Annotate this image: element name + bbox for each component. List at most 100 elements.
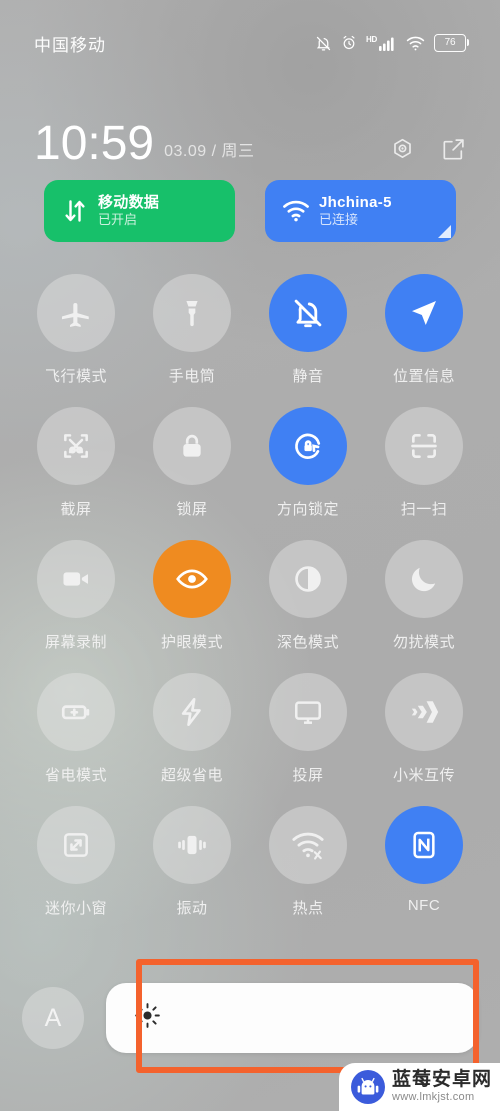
toggle-label: 省电模式: [44, 767, 107, 784]
sun-icon: [134, 1002, 161, 1034]
system-icons: HD 76: [315, 34, 470, 52]
brightness-slider[interactable]: [106, 983, 478, 1053]
watermark-title: 蓝莓安卓网: [391, 1069, 492, 1091]
connectivity-cards: 移动数据 已开启 Jhchina-5 已连接: [44, 180, 456, 242]
lightning-icon: [176, 696, 208, 728]
signal-bars-icon: HD: [366, 34, 397, 51]
toggle-label: 超级省电: [160, 767, 223, 784]
android-robot-icon: [350, 1070, 385, 1104]
toggle-circle: [37, 540, 115, 618]
toggle-label: NFC: [407, 897, 441, 914]
toggle-grid: 飞行模式 手电筒 静音 位置信息 截屏 锁屏 方向锁定 扫一扫 屏幕录制 护眼模…: [18, 274, 482, 918]
toggle-label: 小米互传: [392, 767, 455, 784]
lock-icon: [176, 430, 208, 462]
toggle-silent[interactable]: 静音: [250, 274, 366, 386]
toggle-label: 锁屏: [176, 501, 208, 518]
toggle-circle: [385, 274, 463, 352]
toggle-circle: [153, 274, 231, 352]
toggle-label: 热点: [292, 900, 324, 917]
wifi-icon: [406, 36, 425, 51]
toggle-label: 屏幕录制: [44, 634, 107, 651]
mobile-data-title: 移动数据: [98, 193, 160, 211]
expand-corner-icon[interactable]: [438, 225, 451, 238]
gear-icon[interactable]: [390, 137, 415, 162]
mobile-data-icon: [58, 198, 92, 224]
battery-icon: 76: [434, 34, 470, 52]
toggle-circle: [269, 540, 347, 618]
wifi-status: 已连接: [319, 212, 359, 228]
eye-icon: [174, 561, 210, 597]
toggle-label: 深色模式: [276, 634, 339, 651]
toggle-label: 振动: [176, 900, 208, 917]
mi-share-icon: [407, 695, 441, 729]
cast-screen-icon: [292, 696, 324, 728]
toggle-circle: [385, 540, 463, 618]
toggle-screenshot[interactable]: 截屏: [18, 407, 134, 519]
wifi-ssid: Jhchina-5: [319, 193, 392, 211]
toggle-label: 飞行模式: [44, 368, 107, 385]
mobile-data-card[interactable]: 移动数据 已开启: [44, 180, 235, 242]
toggle-ultra-battery-saver[interactable]: 超级省电: [134, 673, 250, 785]
battery-level-label: 76: [444, 37, 456, 48]
watermark-url: www.lmkjst.com: [391, 1091, 475, 1104]
video-camera-icon: [60, 563, 92, 595]
toggle-circle: [153, 540, 231, 618]
toggle-rotation-lock[interactable]: 方向锁定: [250, 407, 366, 519]
contrast-icon: [292, 563, 324, 595]
toggle-screen-record[interactable]: 屏幕录制: [18, 540, 134, 652]
flashlight-icon: [176, 297, 208, 329]
toggle-airplane-mode[interactable]: 飞行模式: [18, 274, 134, 386]
toggle-hotspot[interactable]: 热点: [250, 806, 366, 918]
toggle-circle: [37, 806, 115, 884]
toggle-eye-care[interactable]: 护眼模式: [134, 540, 250, 652]
hd-label: HD: [366, 34, 377, 44]
toggle-flashlight[interactable]: 手电筒: [134, 274, 250, 386]
mini-window-icon: [60, 829, 92, 861]
toggle-circle: [385, 407, 463, 485]
toggle-lock-screen[interactable]: 锁屏: [134, 407, 250, 519]
toggle-mi-share[interactable]: 小米互传: [366, 673, 482, 785]
toggle-dark-mode[interactable]: 深色模式: [250, 540, 366, 652]
toggle-vibrate[interactable]: 振动: [134, 806, 250, 918]
vibrate-icon: [175, 828, 209, 862]
auto-brightness-button[interactable]: A: [22, 987, 84, 1049]
brightness-row: A: [22, 980, 478, 1056]
toggle-cast-screen[interactable]: 投屏: [250, 673, 366, 785]
toggle-nfc[interactable]: NFC: [366, 806, 482, 918]
toggle-battery-saver[interactable]: 省电模式: [18, 673, 134, 785]
toggle-circle: [385, 806, 463, 884]
carrier-label: 中国移动: [34, 35, 106, 55]
toggle-location[interactable]: 位置信息: [366, 274, 482, 386]
scan-icon: [408, 430, 440, 462]
hotspot-icon: [291, 830, 325, 860]
bell-slash-icon: [291, 296, 325, 330]
toggle-circle: [269, 806, 347, 884]
header-actions: [390, 137, 466, 162]
toggle-label: 静音: [292, 368, 324, 385]
location-arrow-icon: [408, 297, 440, 329]
toggle-scan[interactable]: 扫一扫: [366, 407, 482, 519]
toggle-label: 手电筒: [168, 368, 216, 385]
toggle-label: 勿扰模式: [392, 634, 455, 651]
toggle-do-not-disturb[interactable]: 勿扰模式: [366, 540, 482, 652]
edit-icon[interactable]: [441, 137, 466, 162]
auto-brightness-label: A: [44, 1003, 62, 1032]
toggle-circle: [37, 407, 115, 485]
toggle-label: 迷你小窗: [44, 900, 107, 917]
toggle-label: 护眼模式: [160, 634, 223, 651]
clock-time: 10:59: [34, 116, 155, 170]
wifi-card[interactable]: Jhchina-5 已连接: [265, 180, 456, 242]
alarm-icon: [341, 35, 357, 51]
toggle-circle: [269, 407, 347, 485]
quick-settings-panel: 中国移动 HD 76 10:59 03.09 / 周三 移动数据 已开启 Jhc…: [0, 0, 500, 1111]
wifi-icon: [279, 200, 313, 222]
toggle-mini-window[interactable]: 迷你小窗: [18, 806, 134, 918]
toggle-circle: [37, 274, 115, 352]
airplane-icon: [59, 296, 93, 330]
toggle-label: 位置信息: [392, 368, 455, 385]
toggle-label: 扫一扫: [400, 501, 448, 518]
moon-icon: [408, 563, 440, 595]
clock-row: 10:59 03.09 / 周三: [0, 104, 500, 170]
toggle-circle: [153, 673, 231, 751]
toggle-circle: [153, 806, 231, 884]
